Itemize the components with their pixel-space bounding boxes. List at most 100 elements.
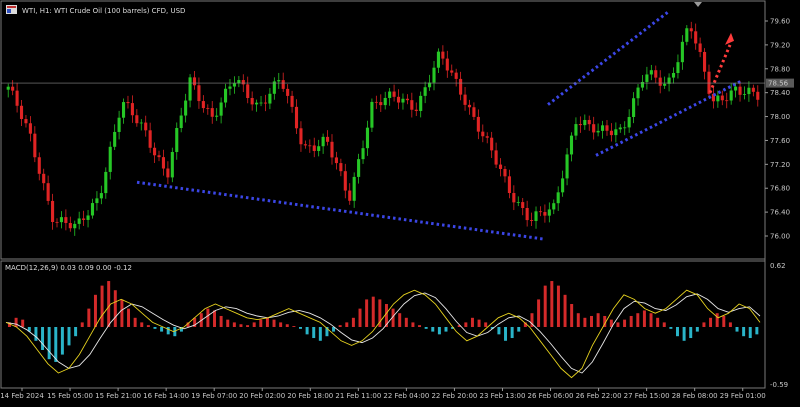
macd-hist-bar [14,317,18,327]
candle-body [294,106,299,129]
candle-body [450,70,454,73]
candle-body [19,105,24,120]
macd-hist-bar [517,327,521,332]
price-tick-label: 77.60 [770,137,790,145]
macd-hist-bar [715,313,719,327]
candle-body [117,117,121,132]
candle-body [374,101,378,103]
macd-hist-bar [537,299,541,327]
current-price-label: 78.56 [768,80,789,88]
macd-hist-bar [596,313,600,327]
candle-body [121,102,126,118]
macd-hist-bar [239,324,243,327]
candle-body [392,91,396,97]
macd-hist-bar [246,325,250,327]
candle-body [37,157,41,174]
candle-body [263,102,268,104]
candle-body [445,58,449,71]
candle-body [498,164,503,169]
candle-body [467,104,472,108]
macd-hist-bar [272,319,276,327]
candle-body [627,117,631,128]
macd-hist-bar [338,325,342,327]
candle-body [459,78,463,95]
time-tick-label: 28 Feb 08:00 [672,392,718,400]
candle-body [28,123,32,134]
candle-body [108,146,112,172]
candle-body [73,223,77,229]
candle-body [569,135,574,155]
macd-hist-bar [206,308,210,327]
candle-body [188,77,192,101]
macd-hist-bar [21,319,25,327]
macd-hist-bar [54,327,58,362]
price-tick-label: 78.40 [770,89,790,97]
candle-body [77,218,81,224]
price-tick-label: 78.80 [770,65,790,73]
candle-body [139,122,143,124]
macd-scale-top: 0.62 [770,262,786,270]
macd-hist-bar [404,317,408,327]
trendline-channel-upper[interactable] [547,10,669,106]
candle-body [246,84,250,98]
candle-body [228,86,232,89]
trendline-channel-lower[interactable] [595,79,743,157]
candle-body [751,87,755,92]
candle-body [219,102,223,116]
macd-hist-bar [735,327,739,332]
trendline-lower-support[interactable] [136,180,544,241]
macd-hist-bar [213,310,216,327]
candle-body [512,193,516,203]
candle-body [330,141,334,158]
candle-body [432,67,436,83]
candle-body [587,119,591,125]
candle-body [516,202,520,203]
macd-hist-bar [140,322,144,327]
candle-body [299,128,303,145]
candle-body [55,221,59,223]
macd-hist-bar [570,304,574,327]
macd-main-line [5,289,761,379]
macd-hist-bar [662,322,666,327]
candle-body [694,31,698,44]
macd-hist-bar [100,285,104,327]
chart-shift-marker[interactable] [694,2,702,7]
macd-hist-bar [676,327,679,337]
candle-body [308,145,312,147]
time-tick-label: 22 Feb 20:00 [431,392,477,400]
macd-hist-bar [682,327,686,341]
candle-body [720,95,724,101]
macd-hist-bar [497,327,501,335]
candle-body [286,88,290,96]
candle-body [86,215,90,220]
candle-body [507,176,511,194]
candle-body [339,163,343,172]
trendlines[interactable] [136,10,743,241]
candle-body [530,220,534,221]
macd-hist-bar [120,299,124,327]
candle-body [703,51,707,72]
candle-body [605,125,609,131]
macd-hist-bar [563,294,567,327]
candle-body [521,202,525,209]
macd-hist-bar [702,322,706,327]
candle-body [388,91,392,98]
candle-body [348,190,352,201]
macd-hist-bar [226,319,230,327]
candle-body [742,94,747,95]
macd-hist-bar [160,327,164,332]
candle-body [636,87,640,99]
price-tick-label: 77.20 [770,161,790,169]
projection-line[interactable] [708,44,732,94]
candle-body [379,102,383,106]
candle-body [747,87,751,95]
macd-hist-bar [656,317,660,327]
macd-hist-bar [437,327,441,335]
macd-hist-bar [41,327,45,350]
candle-body [361,148,365,160]
time-tick-label: 15 Feb 05:00 [47,392,93,400]
chart-canvas[interactable]: WTI, H1: WTI Crude Oil (100 barrels) CFD… [0,0,800,407]
candle-body [534,211,538,221]
candle-body [6,86,10,90]
time-tick-label: 26 Feb 06:00 [528,392,574,400]
